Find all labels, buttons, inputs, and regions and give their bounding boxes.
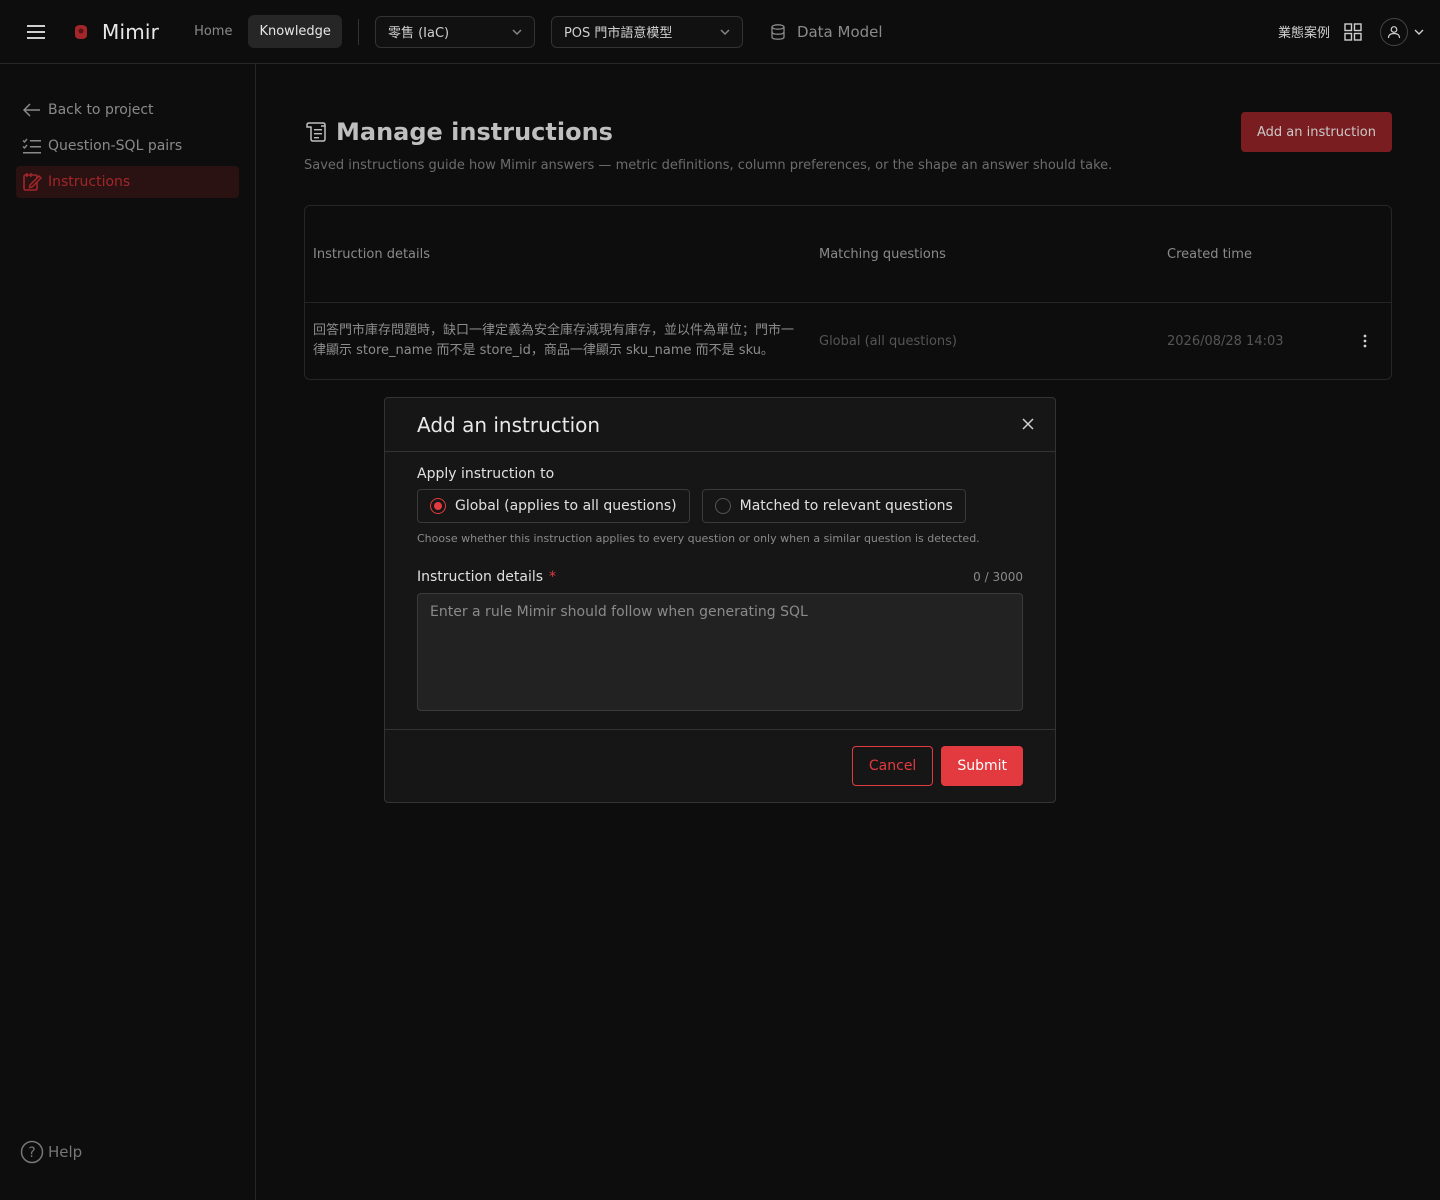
chevron-down-icon (512, 29, 522, 35)
radio-matched-label: Matched to relevant questions (739, 498, 953, 514)
required-mark: * (549, 569, 557, 585)
help-circle-icon: ? (20, 1140, 44, 1164)
submit-button[interactable]: Submit (941, 746, 1023, 786)
sidebar-item-label: Back to project (48, 102, 154, 118)
app-name: Mimir (102, 19, 160, 44)
data-model-label: Data Model (796, 22, 883, 41)
avatar[interactable] (1380, 17, 1408, 46)
modal-header: Add an instruction (385, 398, 1055, 452)
details-label: Instruction details * (417, 569, 556, 585)
cancel-button[interactable]: Cancel (851, 746, 934, 786)
radio-global[interactable]: Global (applies to all questions) (417, 489, 690, 523)
modal-body: Apply instruction to Global (applies to … (385, 452, 1055, 715)
model-select[interactable]: POS 門市語意模型 (550, 15, 743, 48)
nav-knowledge[interactable]: Knowledge (248, 15, 342, 48)
main-content: Manage instructions Add an instruction S… (304, 112, 1392, 380)
row-more-button[interactable] (1339, 334, 1391, 348)
page-subtitle: Saved instructions guide how Mimir answe… (304, 158, 1113, 173)
hamburger-icon[interactable] (18, 14, 54, 50)
row-details: 回答門市庫存問題時，缺口一律定義為安全庫存減現有庫存，並以件為單位；門市一律顯示… (313, 323, 795, 358)
instructions-table: Instruction details Matching questions C… (304, 205, 1392, 380)
data-model-link[interactable]: Data Model (771, 23, 883, 41)
user-icon (1387, 25, 1401, 38)
sidebar-item-back[interactable]: Back to project (16, 94, 239, 126)
model-select-value: POS 門市語意模型 (563, 26, 673, 41)
header-created-time: Created time (1167, 246, 1252, 262)
sidebar-item-instructions[interactable]: Instructions (16, 166, 239, 198)
help-label: Help (48, 1143, 83, 1161)
top-right-group: 業態案例 (1278, 17, 1424, 46)
sidebar-item-label: Instructions (48, 174, 131, 190)
chevron-down-icon[interactable] (1414, 29, 1424, 35)
page-title-text: Manage instructions (336, 118, 613, 146)
radio-button-checked[interactable] (430, 498, 446, 514)
sidebar: Back to project Question-SQL pairs Instr… (0, 64, 256, 1200)
char-counter: 0 / 3000 (973, 570, 1023, 584)
svg-text:?: ? (28, 1145, 35, 1161)
help-link[interactable]: ? Help (20, 1140, 82, 1164)
chevron-down-icon (720, 29, 730, 35)
apply-radio-group: Global (applies to all questions) Matche… (417, 489, 1023, 523)
scroll-icon (306, 122, 326, 142)
page-header: Manage instructions Add an instruction (304, 112, 1392, 152)
table-header: Instruction details Matching questions C… (305, 206, 1391, 303)
list-check-icon (22, 136, 42, 156)
biz-cases-link[interactable]: 業態案例 (1278, 22, 1330, 41)
apply-hint: Choose whether this instruction applies … (417, 532, 980, 545)
page-title: Manage instructions (304, 112, 613, 152)
row-matching: Global (all questions) (819, 333, 958, 349)
details-label-row: Instruction details * 0 / 3000 (417, 569, 1023, 585)
sidebar-item-question-sql[interactable]: Question-SQL pairs (16, 130, 239, 162)
mimir-logo-icon (75, 24, 87, 39)
app-logo[interactable]: Mimir (72, 20, 159, 44)
instruction-details-input[interactable] (417, 593, 1023, 711)
grid-icon[interactable] (1344, 22, 1362, 41)
top-bar: Mimir Home Knowledge 零售 (IaC) POS 門市語意模型… (0, 0, 1440, 64)
modal-title: Add an instruction (417, 412, 601, 437)
top-nav: Home Knowledge (183, 15, 342, 48)
radio-button[interactable] (714, 498, 731, 514)
radio-global-label: Global (applies to all questions) (455, 498, 677, 514)
edit-note-icon (22, 172, 42, 192)
radio-matched[interactable]: Matched to relevant questions (701, 489, 966, 523)
close-button[interactable] (1017, 413, 1039, 435)
more-vertical-icon (1363, 334, 1367, 348)
nav-divider (357, 18, 359, 45)
database-icon (771, 23, 785, 40)
industry-select[interactable]: 零售 (IaC) (374, 15, 535, 48)
close-icon (1022, 418, 1034, 430)
table-row[interactable]: 回答門市庫存問題時，缺口一律定義為安全庫存減現有庫存，並以件為單位；門市一律顯示… (305, 303, 1391, 379)
industry-select-value: 零售 (IaC) (387, 26, 450, 41)
row-created: 2026/08/28 14:03 (1167, 333, 1284, 349)
sidebar-item-label: Question-SQL pairs (48, 138, 183, 154)
apply-label: Apply instruction to (417, 466, 555, 482)
nav-home[interactable]: Home (183, 15, 243, 48)
header-matching-questions: Matching questions (819, 246, 946, 262)
arrow-left-icon (22, 100, 42, 120)
add-instruction-modal: Add an instruction Apply instruction to … (384, 397, 1056, 803)
modal-footer: Cancel Submit (385, 729, 1055, 802)
details-label-text: Instruction details (417, 569, 544, 585)
header-instruction-details: Instruction details (313, 246, 431, 262)
add-instruction-button[interactable]: Add an instruction (1241, 112, 1392, 152)
